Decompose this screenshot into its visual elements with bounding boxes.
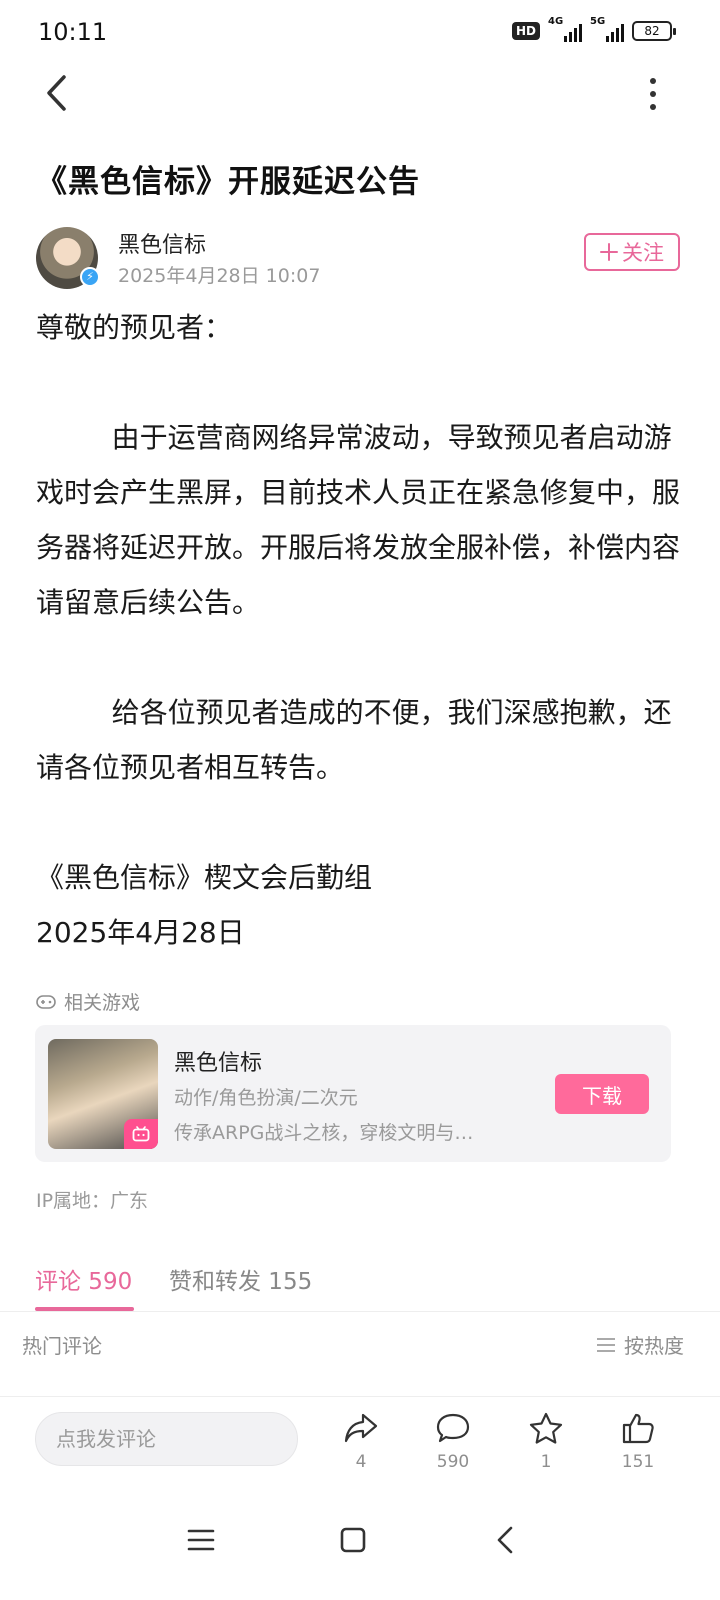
article-paragraph: 给各位预见者造成的不便，我们深感抱歉，还请各位预见者相互转告。 — [36, 696, 672, 784]
verified-badge-icon: ⚡ — [80, 267, 100, 287]
ip-location: IP属地：广东 — [36, 1190, 149, 1212]
network-type-5g: 5G — [590, 16, 606, 27]
comment-input[interactable] — [35, 1412, 298, 1466]
thumbs-up-icon — [622, 1413, 654, 1444]
game-description: 传承ARPG战斗之核，穿梭文明与… — [174, 1122, 474, 1144]
menu-nav-button[interactable] — [171, 1510, 231, 1570]
comments-header: 热门评论 按热度 — [0, 1313, 720, 1397]
more-dot-icon — [650, 104, 656, 110]
post-title: 《黑色信标》开服延迟公告 — [36, 164, 420, 200]
battery-icon: 82 — [632, 21, 676, 41]
status-bar: 10:11 HD 4G 5G 82 — [0, 0, 720, 68]
like-button[interactable]: 151 — [608, 1412, 668, 1482]
download-button[interactable]: 下载 — [555, 1074, 649, 1114]
favorite-count: 1 — [540, 1452, 552, 1472]
like-count: 151 — [621, 1452, 655, 1472]
bilibili-tv-icon — [124, 1119, 158, 1149]
follow-label: 关注 — [622, 241, 664, 265]
signal-5g-icon: 5G — [590, 16, 624, 42]
related-games-label: 相关游戏 — [36, 988, 140, 1015]
status-icons: HD 4G 5G 82 — [511, 16, 676, 42]
share-icon — [344, 1413, 378, 1443]
game-cover-image — [48, 1039, 158, 1149]
home-square-icon — [340, 1527, 366, 1553]
gamepad-icon — [36, 994, 56, 1009]
back-nav-button[interactable] — [475, 1510, 535, 1570]
game-name: 黑色信标 — [174, 1051, 263, 1076]
menu-icon — [187, 1529, 215, 1551]
sort-label: 按热度 — [624, 1334, 684, 1358]
comment-button[interactable]: 590 — [423, 1412, 483, 1482]
article-greeting: 尊敬的预见者： — [36, 311, 233, 344]
top-bar — [0, 68, 720, 118]
hot-comments-label: 热门评论 — [22, 1334, 102, 1358]
chevron-left-icon — [47, 75, 66, 111]
hd-voice-icon: HD — [511, 22, 540, 40]
sort-button[interactable]: 按热度 — [596, 1330, 684, 1359]
article-date: 2025年4月28日 — [36, 916, 245, 949]
comment-count: 590 — [436, 1452, 470, 1472]
tab-likes-shares[interactable]: 赞和转发 155 — [169, 1262, 312, 1296]
author-name[interactable]: 黑色信标 — [118, 227, 206, 259]
more-options-button[interactable] — [638, 72, 668, 116]
more-dot-icon — [650, 78, 656, 84]
article-body: 尊敬的预见者： 由于运营商网络异常波动，导致预见者启动游戏时会产生黑屏，目前技术… — [36, 300, 684, 960]
related-game-card[interactable]: 黑色信标 动作/角色扮演/二次元 传承ARPG战斗之核，穿梭文明与… 下载 — [35, 1025, 671, 1162]
favorite-button[interactable]: 1 — [516, 1412, 576, 1482]
back-button[interactable] — [36, 68, 76, 118]
article-paragraph: 由于运营商网络异常波动，导致预见者启动游戏时会产生黑屏，目前技术人员正在紧急修复… — [36, 421, 681, 619]
share-count: 4 — [355, 1452, 367, 1472]
plus-icon — [600, 243, 618, 261]
more-dot-icon — [650, 91, 656, 97]
follow-button[interactable]: 关注 — [584, 233, 680, 271]
signal-4g-icon: 4G — [548, 16, 582, 42]
star-icon — [529, 1412, 563, 1444]
system-nav-bar — [0, 1490, 720, 1600]
active-tab-indicator — [35, 1307, 134, 1311]
network-type-4g: 4G — [548, 16, 564, 27]
author-row: ⚡ 黑色信标 2025年4月28日 10:07 关注 — [36, 225, 684, 291]
post-timestamp: 2025年4月28日 10:07 — [118, 265, 321, 287]
bottom-action-bar: 4 590 1 151 — [0, 1398, 720, 1484]
related-games-text: 相关游戏 — [64, 992, 141, 1014]
article-signature: 《黑色信标》楔文会后勤组 — [36, 861, 373, 894]
sort-lines-icon — [597, 1337, 615, 1352]
back-arrow-icon — [497, 1526, 513, 1554]
comment-tabs: 评论 590 赞和转发 155 — [0, 1250, 720, 1312]
share-button[interactable]: 4 — [331, 1412, 391, 1482]
tab-comments[interactable]: 评论 590 — [35, 1262, 132, 1296]
status-time: 10:11 — [38, 18, 108, 46]
game-tags: 动作/角色扮演/二次元 — [174, 1087, 358, 1109]
home-nav-button[interactable] — [323, 1510, 383, 1570]
comment-bubble-icon — [436, 1413, 470, 1443]
